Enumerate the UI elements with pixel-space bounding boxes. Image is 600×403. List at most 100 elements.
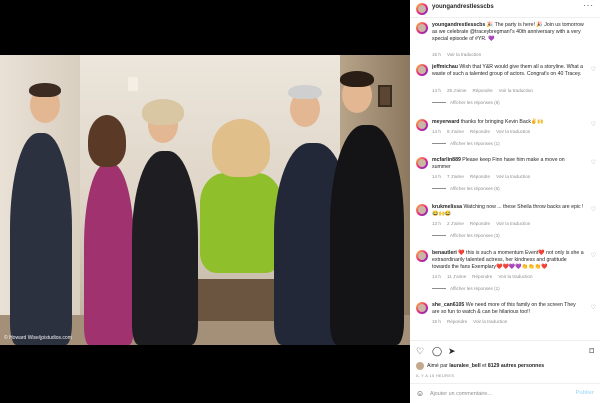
post-comment-button[interactable]: Publier (576, 390, 594, 396)
comment-username[interactable]: mcfarlin889 (432, 157, 461, 163)
comment-avatar[interactable] (416, 119, 428, 131)
comment-likes[interactable]: 7 J'aime (447, 174, 464, 179)
post-media: © Howard Wise/jpistudios.com (0, 0, 410, 403)
heart-icon[interactable]: ♡ (591, 121, 596, 128)
heart-icon[interactable]: ♡ (591, 206, 596, 213)
comments-list[interactable]: youngandrestlesscbs 🎉 The party is here!… (410, 18, 600, 340)
post-photo[interactable]: © Howard Wise/jpistudios.com (0, 55, 410, 345)
comment-text: meyerward thanks for bringing Kevin Back… (432, 119, 584, 126)
caption-avatar[interactable] (416, 22, 428, 34)
comment-username[interactable]: benautleri (432, 250, 457, 256)
person-2 (84, 163, 134, 345)
comment-username[interactable]: she_can6105 (432, 302, 464, 308)
comment-likes[interactable]: 25 J'aime (447, 88, 467, 93)
more-icon[interactable]: ··· (583, 1, 594, 10)
heart-icon[interactable]: ♡ (591, 304, 596, 311)
person-1 (10, 133, 72, 345)
heart-icon[interactable]: ♡ (591, 66, 596, 73)
comment-time: 13 h (432, 221, 441, 226)
likes-others[interactable]: 8129 autres personnes (488, 363, 544, 369)
post-header: youngandrestlesscbs ··· (410, 0, 600, 18)
person-3-hair (142, 99, 184, 125)
likes-text: Aimé par lauralee_bell et 8129 autres pe… (427, 363, 544, 369)
person-3 (132, 151, 198, 345)
show-replies-link[interactable]: Afficher les réponses (3) (432, 233, 500, 238)
comment-avatar[interactable] (416, 157, 428, 169)
translate-link[interactable]: Voir la traduction (496, 129, 530, 134)
caption-text: youngandrestlesscbs 🎉 The party is here!… (432, 22, 584, 43)
comment-meta: 13 h 2 J'aime Répondre Voir la traduction (432, 221, 536, 226)
translate-link[interactable]: Voir la traduction (498, 274, 532, 279)
liker-username[interactable]: lauralee_bell (449, 363, 480, 369)
person-6-hair (340, 71, 374, 87)
translate-link[interactable]: Voir la traduction (473, 319, 507, 324)
photo-credit: © Howard Wise/jpistudios.com (4, 335, 72, 341)
translate-link[interactable]: Voir la traduction (496, 221, 530, 226)
heart-icon[interactable]: ♡ (416, 346, 424, 357)
person-5-hair (288, 85, 322, 99)
post-date: IL Y A 15 HEURES (416, 373, 455, 378)
heart-icon[interactable]: ♡ (591, 252, 596, 259)
reply-link[interactable]: Répondre (472, 88, 492, 93)
photo-lamp (128, 77, 138, 91)
reply-link[interactable]: Répondre (470, 221, 490, 226)
comment-meta: 14 h 11 J'aime Répondre Voir la traduction (432, 274, 539, 279)
translate-link[interactable]: Voir la traduction (499, 88, 533, 93)
comment-input[interactable] (430, 389, 570, 399)
post-actions: ♡ ◯ ➤ ⌑ (410, 340, 600, 360)
comment-likes[interactable]: 11 J'aime (447, 274, 466, 279)
reply-link[interactable]: Répondre (447, 319, 467, 324)
person-4-hair (212, 119, 270, 177)
caption-translate[interactable]: Voir la traduction (447, 52, 481, 57)
comment-text: she_can6105 We need more of this family … (432, 302, 584, 316)
comment-username[interactable]: meyerward (432, 119, 459, 125)
comment-time: 14 h (432, 129, 441, 134)
person-2-hair (88, 115, 126, 167)
comment-text: jeffmichau Wish that Y&R would give them… (432, 64, 584, 78)
show-replies-link[interactable]: Afficher les réponses (8) (432, 100, 500, 105)
comment-time: 14 h (432, 274, 441, 279)
reply-link[interactable]: Répondre (470, 129, 490, 134)
comment-time: 14 h (432, 174, 441, 179)
caption-username[interactable]: youngandrestlesscbs (432, 22, 485, 28)
show-replies-link[interactable]: Afficher les réponses (1) (432, 141, 500, 146)
person-6 (330, 125, 404, 345)
bookmark-icon[interactable]: ⌑ (589, 346, 594, 357)
comment-icon[interactable]: ◯ (432, 346, 442, 357)
translate-link[interactable]: Voir la traduction (496, 174, 530, 179)
heart-icon[interactable]: ♡ (591, 159, 596, 166)
account-avatar[interactable] (416, 3, 428, 15)
liker-avatar[interactable] (416, 362, 424, 370)
reply-link[interactable]: Répondre (472, 274, 492, 279)
comment-meta: 14 h 8 J'aime Répondre Voir la traduction (432, 129, 536, 134)
comment-time: 14 h (432, 88, 441, 93)
comment-text: mcfarlin889 Please keep Finn have him ma… (432, 157, 584, 171)
reply-link[interactable]: Répondre (470, 174, 490, 179)
comment-avatar[interactable] (416, 302, 428, 314)
instagram-post-view: © Howard Wise/jpistudios.com youngandres… (0, 0, 600, 403)
comment-username[interactable]: krukmelissa (432, 204, 462, 210)
emoji-icon[interactable]: ☺ (416, 389, 424, 398)
comment-meta: 15 h Répondre Voir la traduction (432, 319, 513, 324)
caption-time: 15 h (432, 52, 441, 57)
likes-connector: et (482, 363, 487, 369)
share-icon[interactable]: ➤ (448, 346, 456, 357)
caption: youngandrestlesscbs 🎉 The party is here!… (410, 22, 600, 57)
comment-likes[interactable]: 8 J'aime (447, 129, 464, 134)
person-4 (200, 173, 282, 273)
account-username[interactable]: youngandrestlesscbs (432, 4, 494, 10)
comment-avatar[interactable] (416, 250, 428, 262)
add-comment-bar: ☺ Publier (410, 383, 600, 403)
show-replies-link[interactable]: Afficher les réponses (6) (432, 186, 500, 191)
comment-likes[interactable]: 2 J'aime (447, 221, 464, 226)
comment-body: thanks for bringing Kevin Back✌️🙌 (460, 119, 544, 125)
comment-avatar[interactable] (416, 204, 428, 216)
comment-username[interactable]: jeffmichau (432, 64, 458, 70)
comment-time: 15 h (432, 319, 441, 324)
comment-meta: 14 h 7 J'aime Répondre Voir la traduction (432, 174, 536, 179)
comment-meta: 14 h 25 J'aime Répondre Voir la traduction (432, 88, 539, 93)
post-sidebar: youngandrestlesscbs ··· youngandrestless… (410, 0, 600, 403)
caption-meta: 15 h Voir la traduction (432, 52, 487, 57)
comment-avatar[interactable] (416, 64, 428, 76)
show-replies-link[interactable]: Afficher les réponses (1) (432, 286, 500, 291)
